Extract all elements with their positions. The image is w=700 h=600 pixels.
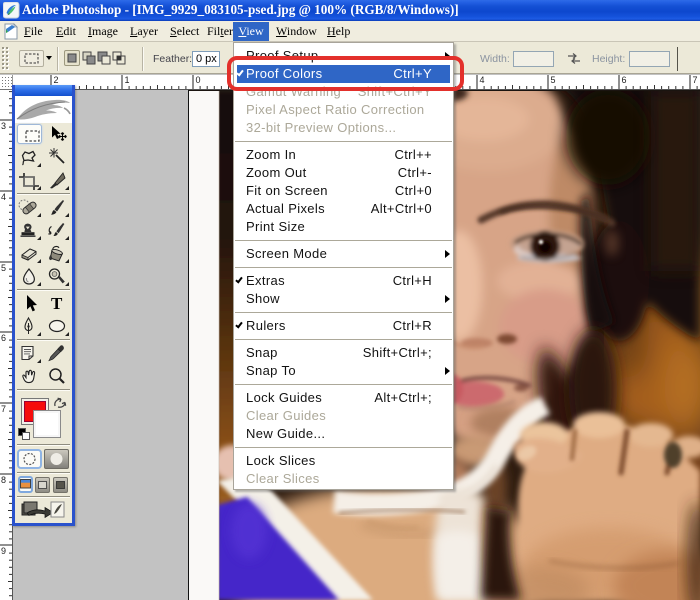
svg-text:3: 3 (1, 121, 6, 131)
svg-text:6: 6 (622, 75, 627, 85)
svg-text:8: 8 (1, 475, 6, 485)
svg-text:5: 5 (551, 75, 556, 85)
svg-text:7: 7 (1, 404, 6, 414)
svg-text:6: 6 (1, 333, 6, 343)
svg-text:7: 7 (693, 75, 698, 85)
svg-text:0: 0 (196, 75, 201, 85)
svg-text:9: 9 (1, 546, 6, 556)
svg-text:4: 4 (1, 192, 6, 202)
svg-text:4: 4 (480, 75, 485, 85)
svg-text:T: T (51, 294, 63, 313)
svg-text:1: 1 (125, 75, 130, 85)
svg-text:5: 5 (1, 263, 6, 273)
svg-text:2: 2 (54, 75, 59, 85)
